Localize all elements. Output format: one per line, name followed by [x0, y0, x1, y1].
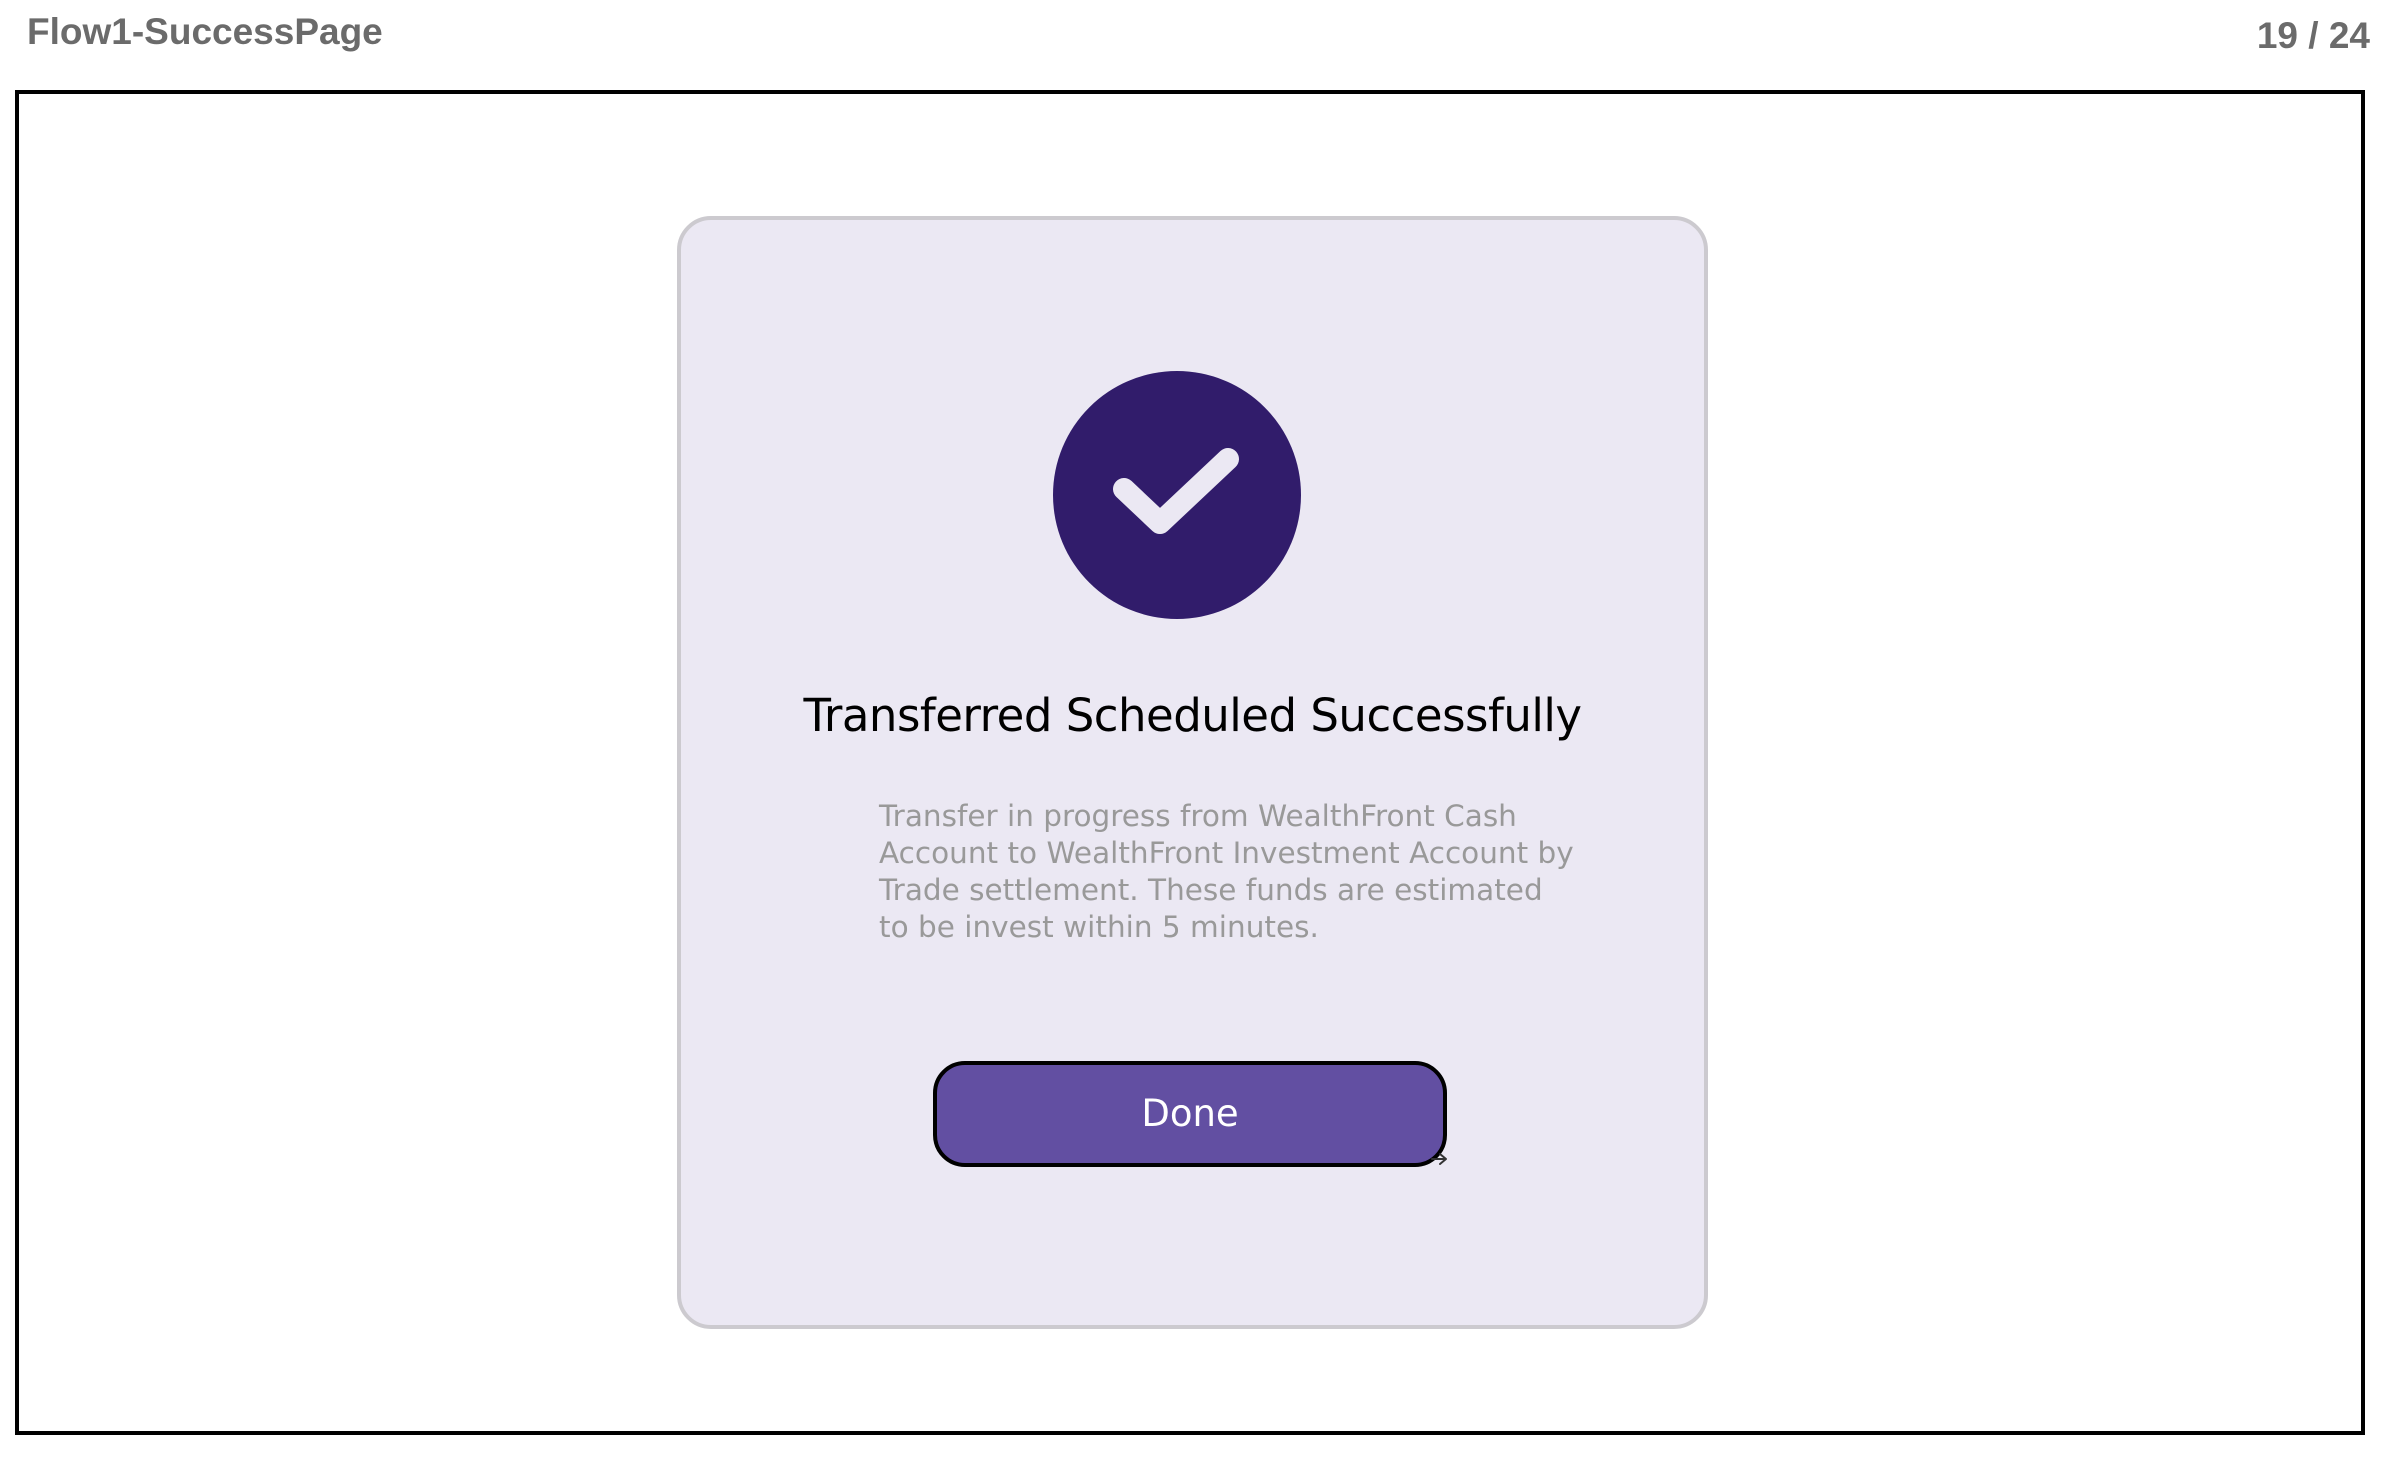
success-message: Transfer in progress from WealthFront Ca… [879, 799, 1574, 944]
page-counter: 19 / 24 [2256, 15, 2370, 56]
wireframe-page: Flow1-SuccessPage 19 / 24 Transferred Sc… [0, 0, 2384, 1462]
check-circle-icon [1053, 371, 1301, 619]
pointer-cursor-icon [1431, 1153, 1447, 1165]
page-title: Flow1-SuccessPage [27, 11, 383, 52]
checkmark-icon [1113, 448, 1239, 534]
success-title: Transferred Scheduled Successfully [803, 689, 1582, 742]
done-button[interactable]: Done [933, 1061, 1447, 1167]
